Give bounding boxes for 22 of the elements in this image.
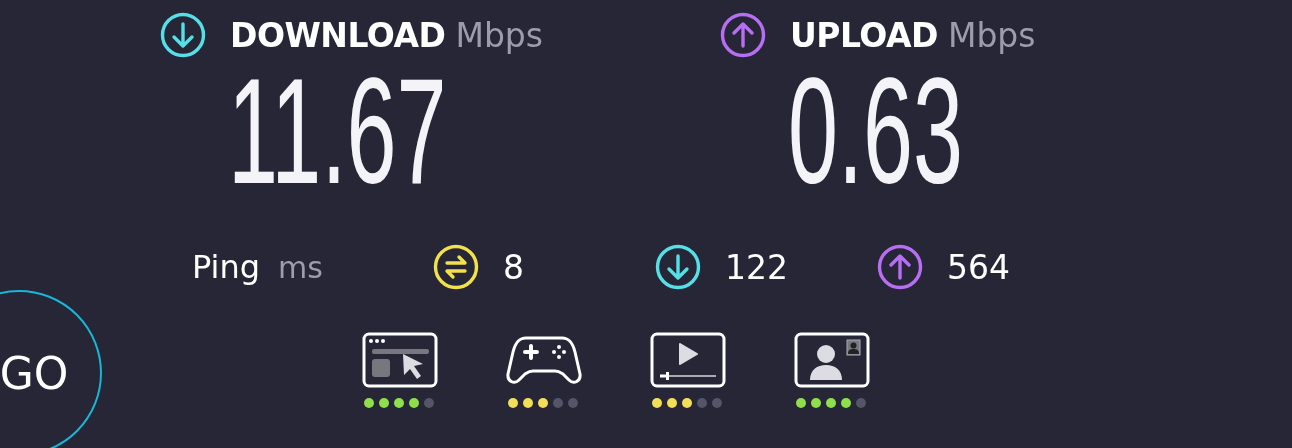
ping-value: 564	[947, 247, 1010, 287]
ping-value: 8	[503, 247, 524, 287]
rating-dot	[856, 398, 866, 408]
ping-label: Ping	[192, 248, 261, 286]
rating-dot	[697, 398, 707, 408]
video-call-icon	[794, 332, 870, 388]
video-player-icon	[650, 332, 726, 388]
swap-arrows-icon	[433, 244, 479, 290]
browser-cursor-icon	[362, 332, 438, 388]
unit-label: Mbps	[947, 15, 1036, 55]
rating-dot	[553, 398, 563, 408]
rating-dot	[712, 398, 722, 408]
rating-dot	[424, 398, 434, 408]
unit-label: Mbps	[455, 15, 543, 55]
speed-label: DOWNLOAD	[230, 15, 446, 55]
rating-dot	[568, 398, 578, 408]
unit-label: ms	[278, 250, 323, 285]
go-button[interactable]: GO	[0, 290, 102, 448]
speed-value: 0.63	[788, 56, 964, 206]
ping-value: 122	[725, 247, 788, 287]
speed-label: UPLOAD	[790, 15, 938, 55]
speed-value: 11.67	[228, 56, 447, 206]
